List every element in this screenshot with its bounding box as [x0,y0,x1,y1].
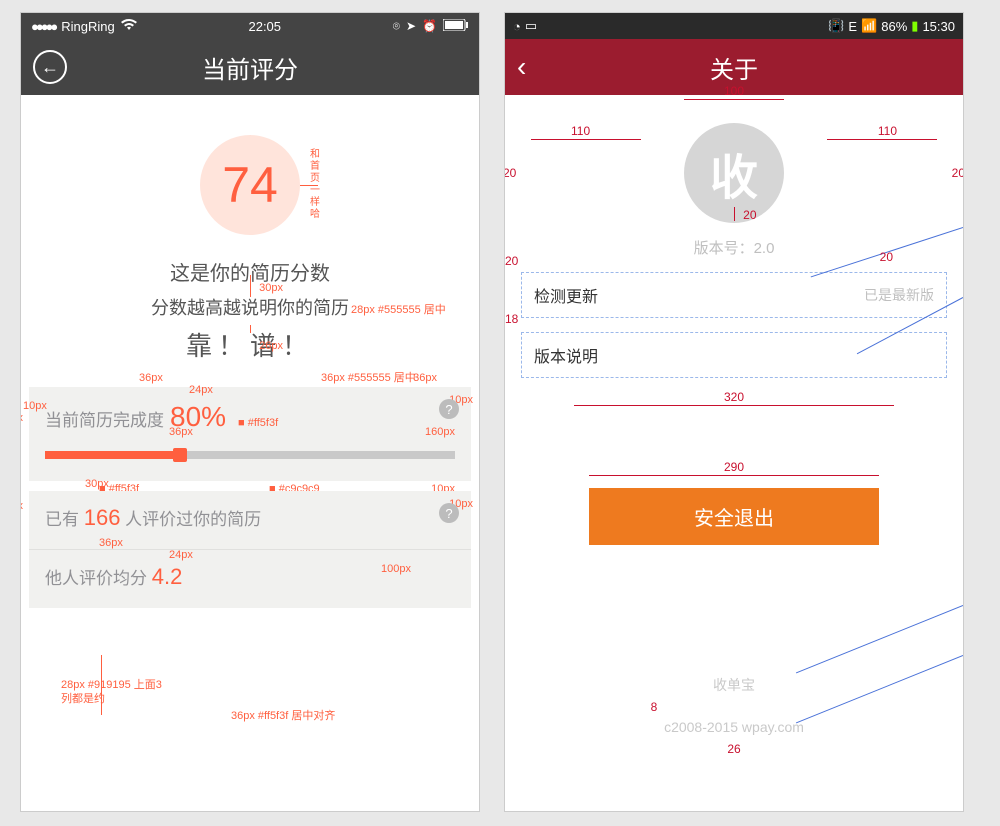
spec-dim: 320 [724,391,744,403]
battery-text: 86% [881,19,907,34]
spec-note: 28px #555555 居中 [351,305,446,316]
clock-label: 15:30 [922,19,955,34]
spec-dim: 30px [85,479,109,490]
row-status: 已是最新版 [864,285,934,305]
clock-label: 22:05 [248,19,281,34]
spec-dim: 20px [20,413,23,424]
carrier-label: RingRing [61,19,114,34]
completion-label: 当前简历完成度 [45,406,164,431]
location-icon: ➤ [406,19,416,33]
avg-score: 4.2 [152,564,183,589]
reviewers-prefix: 已有 [45,510,84,529]
spec-gap: 30px [259,283,283,294]
signal-dots-icon: ●●●●● [31,19,55,34]
score-circle: 74 和首页一样哈 [200,135,300,235]
help-icon[interactable]: ? [439,503,459,523]
data-icon: E [848,19,857,34]
spec-dim: 20px [20,501,23,512]
spec-dim: 290 [724,461,744,473]
footer-copyright: c2008-2015 wpay.com [521,717,947,738]
phone-right: ◔ ▭ 📳 E 📶 86% ▮ 15:30 ‹ 关于 100 110 110 2… [504,12,964,812]
row-label: 检测更新 [534,283,598,307]
spec-dim: 26 [727,743,740,755]
help-icon[interactable]: ? [439,399,459,419]
spec-dim: 24px [169,550,193,561]
progress-bar[interactable] [45,451,455,459]
spec-note: 36px #555555 居中 [321,373,416,384]
spec-dim: 36px [169,427,193,438]
score-sidenote: 和首页一样哈 [310,149,320,221]
avg-prefix: 他人评价均分 [45,569,147,588]
battery-icon [443,19,469,34]
alarm-icon: ⏰ [422,19,437,33]
avg-score-card: 36px 24px 100px 他人评价均分 4.2 [29,549,471,608]
footer-name: 收单宝 [521,675,947,696]
back-button[interactable]: ‹ [517,51,526,83]
spec-dim: 20 [504,167,516,179]
page-title: 当前评分 [202,50,298,85]
page-title: 关于 [710,50,758,85]
spec-dim: 20 [505,255,518,267]
spec-dim: 10px [23,401,47,412]
reviewers-count: 166 [84,505,121,530]
check-update-row[interactable]: 检测更新 已是最新版 [521,272,947,318]
battery-icon: ▮ [911,18,918,34]
spec-gap: 26px [259,341,283,352]
back-button[interactable]: ← [33,50,67,84]
wifi-icon [121,19,137,34]
picture-icon: ▭ [525,18,537,34]
spec-dim: 100 [724,85,744,97]
app-icon: ◔ [513,19,521,34]
completion-card: 36px 24px 36px 10px 10px 20px 当前简历完成度 80… [29,387,471,481]
spec-dim: 20 [880,251,893,263]
row-label: 版本说明 [534,343,598,367]
spec-note: 36px #ff5f3f 居中对齐 [231,711,335,722]
compass-icon: ⌾ [393,19,400,34]
progress-handle[interactable] [173,448,187,462]
spec-dim: 24px [189,385,213,396]
spec-dim: 36px [99,538,123,549]
spec-dim: 100px [381,564,411,575]
score-value: 74 [222,156,278,214]
phone-left: ●●●●● RingRing 22:05 ⌾ ➤ ⏰ ← 当前评分 60px 7… [20,12,480,812]
nav-bar: ← 当前评分 [21,39,479,95]
left-body: 60px 74 和首页一样哈 30px 这是你的简历分数 28px #55555… [21,135,479,707]
reviewers-suffix: 人评价过你的简历 [120,510,261,529]
spec-dim: 20 [743,209,756,221]
spec-dim: 160px [425,427,455,438]
status-bar-android: ◔ ▭ 📳 E 📶 86% ▮ 15:30 [505,13,963,39]
spec-dim: 110 [878,125,897,137]
spec-dim: 36px [413,373,437,384]
status-bar-ios: ●●●●● RingRing 22:05 ⌾ ➤ ⏰ [21,13,479,39]
vibrate-icon: 📳 [828,18,844,34]
progress-fill [45,451,180,459]
footnote: 28px #919195 上面3 列都是约 [61,678,479,707]
reviewers-card: 20px 30px 10px 已有 166 人评价过你的简历 ? [29,491,471,549]
spec-dim: 110 [571,125,590,137]
right-body: 100 110 110 20 20 收 20 版本号：2.0 20 20 检测更… [505,95,963,811]
spec-dim: 8 [651,701,658,713]
logout-button[interactable]: 安全退出 [589,488,879,545]
spec-color: ■ #ff5f3f [238,418,278,429]
spec-dim: 36px [139,373,163,384]
spec-dim: 18 [505,313,518,325]
signal-icon: 📶 [861,18,877,34]
spec-dim: 20 [952,167,964,179]
